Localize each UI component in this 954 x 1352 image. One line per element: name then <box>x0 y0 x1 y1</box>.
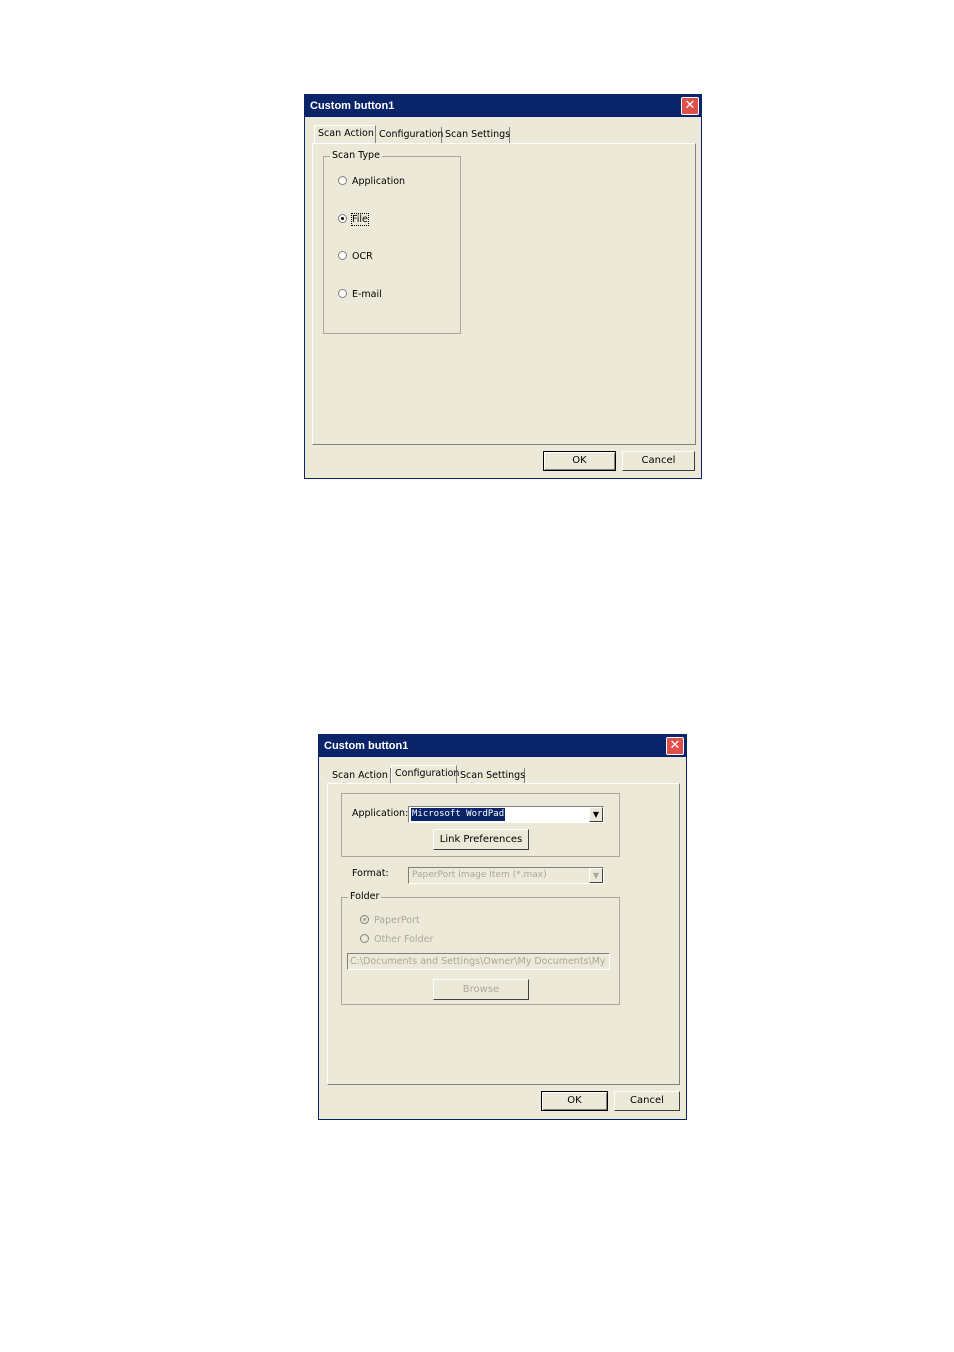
tab-configuration[interactable]: Configuration <box>391 765 459 783</box>
tab-scan-action[interactable]: Scan Action <box>314 125 376 143</box>
application-label: Application: <box>352 808 409 819</box>
ok-button[interactable]: OK <box>543 451 616 471</box>
format-select-value: PaperPort Image Item (*.max) <box>412 870 547 880</box>
radio-circle <box>360 934 369 943</box>
close-icon: ✕ <box>669 738 681 753</box>
dialog-scan-action: Custom button1 ✕ Scan Action Configurati… <box>304 94 702 479</box>
radio-application[interactable]: Application <box>338 175 405 188</box>
tab-panel: Application: Microsoft WordPad ▼ Link Pr… <box>327 783 680 1085</box>
cancel-button[interactable]: Cancel <box>622 451 695 471</box>
dialog-title: Custom button1 <box>324 740 409 752</box>
link-preferences-button[interactable]: Link Preferences <box>433 829 529 850</box>
scan-type-label: Scan Type <box>330 150 382 162</box>
radio-circle <box>338 176 347 185</box>
radio-other-folder-label: Other Folder <box>374 934 434 945</box>
cancel-button[interactable]: Cancel <box>614 1091 680 1111</box>
radio-ocr[interactable]: OCR <box>338 250 373 263</box>
dialog-configuration: Custom button1 ✕ Scan Action Configurati… <box>318 734 687 1120</box>
tab-configuration[interactable]: Configuration <box>376 127 443 143</box>
application-group: Application: Microsoft WordPad ▼ Link Pr… <box>341 793 620 857</box>
radio-email[interactable]: E-mail <box>338 288 382 301</box>
radio-circle <box>338 251 347 260</box>
radio-email-label: E-mail <box>352 289 382 300</box>
title-bar: Custom button1 ✕ <box>305 95 701 117</box>
application-select-value: Microsoft WordPad <box>411 808 506 821</box>
tab-panel: Scan Type Application File OCR E-mail <box>312 143 696 445</box>
title-bar: Custom button1 ✕ <box>319 735 686 757</box>
scan-type-label-text: Scan Type <box>332 150 380 161</box>
chevron-down-icon[interactable]: ▼ <box>589 868 603 883</box>
radio-circle <box>338 289 347 298</box>
folder-path-field[interactable]: C:\Documents and Settings\Owner\My Docum… <box>347 953 610 970</box>
radio-paperport[interactable]: PaperPort <box>360 914 420 927</box>
radio-file-label: File <box>351 213 369 226</box>
radio-circle-checked <box>360 915 369 924</box>
radio-circle-checked <box>338 214 347 223</box>
browse-button[interactable]: Browse <box>433 979 529 1000</box>
tab-scan-action[interactable]: Scan Action <box>329 768 391 784</box>
radio-ocr-label: OCR <box>352 251 373 262</box>
folder-group-label: Folder <box>348 891 382 903</box>
close-button[interactable]: ✕ <box>666 737 684 755</box>
radio-other-folder[interactable]: Other Folder <box>360 933 433 946</box>
close-icon: ✕ <box>684 98 696 113</box>
chevron-down-icon[interactable]: ▼ <box>589 807 603 822</box>
dialog-title: Custom button1 <box>310 100 395 112</box>
tab-scan-settings[interactable]: Scan Settings <box>442 127 510 143</box>
format-select[interactable]: PaperPort Image Item (*.max) ▼ <box>408 867 604 884</box>
scan-type-group: Scan Type Application File OCR E-mail <box>323 150 461 334</box>
format-label: Format: <box>352 868 389 879</box>
radio-application-label: Application <box>352 176 406 187</box>
radio-file[interactable]: File <box>338 213 369 226</box>
application-select[interactable]: Microsoft WordPad ▼ <box>408 806 604 823</box>
close-button[interactable]: ✕ <box>681 97 699 115</box>
tab-scan-settings[interactable]: Scan Settings <box>457 768 525 784</box>
radio-paperport-label: PaperPort <box>374 915 420 926</box>
ok-button[interactable]: OK <box>541 1091 608 1111</box>
folder-group: Folder PaperPort Other Folder C:\Documen… <box>341 891 620 1005</box>
